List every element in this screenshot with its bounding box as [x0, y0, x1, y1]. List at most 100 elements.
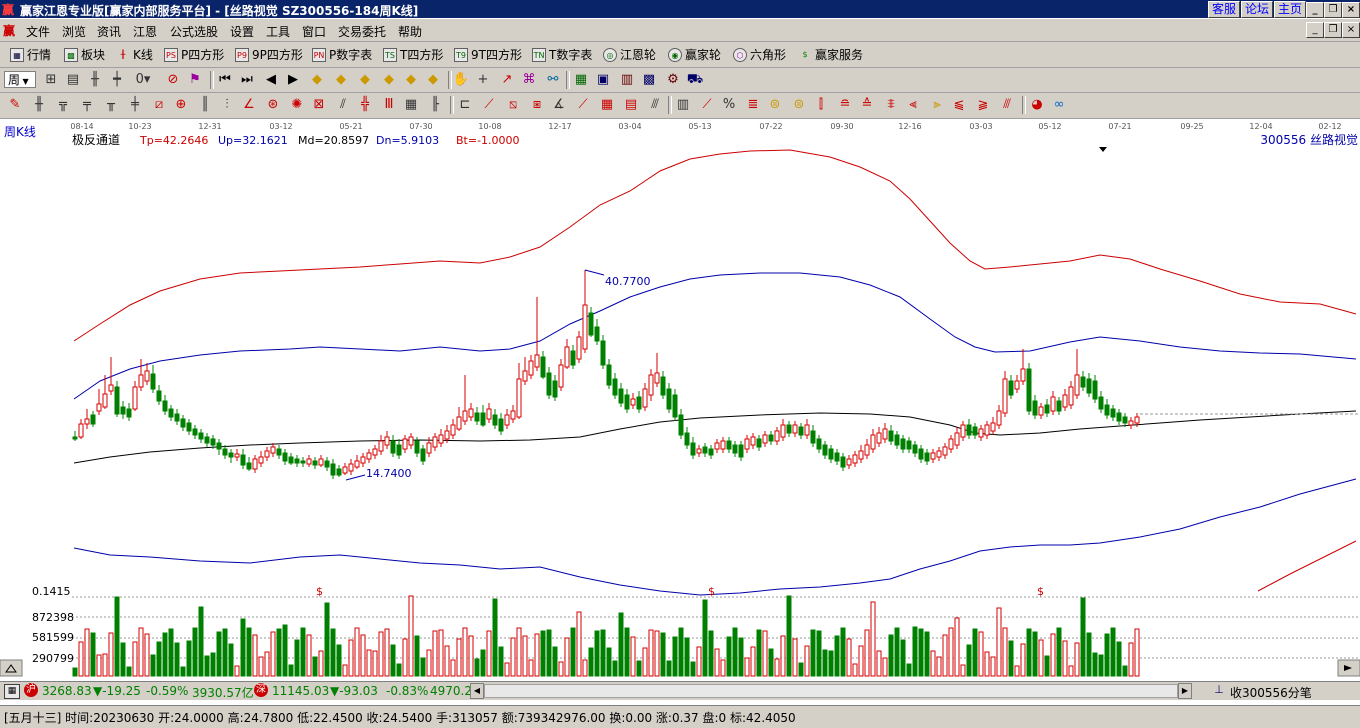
draw-tool-23-icon[interactable]: ∡	[550, 96, 568, 114]
draw-tool-41-icon[interactable]: ⫻	[998, 96, 1016, 114]
link-icon[interactable]: ⚯	[544, 71, 562, 89]
menu-logo-icon[interactable]: 赢	[3, 22, 15, 39]
draw-tool-35-icon[interactable]: ≙	[858, 96, 876, 114]
tool-winner-wheel[interactable]: ◉ 赢家轮	[668, 46, 721, 63]
save-icon[interactable]: ▩	[640, 71, 658, 89]
diamond5-icon[interactable]: ◆	[402, 71, 420, 89]
prev-icon[interactable]: ◀	[262, 71, 280, 89]
tool-quotes[interactable]: ▦ 行情	[10, 46, 51, 63]
minimize-icon[interactable]: _	[1306, 2, 1324, 18]
restore-icon[interactable]: ❐	[1324, 2, 1342, 18]
pattern-icon[interactable]: ⌘	[520, 71, 538, 89]
scroll-up-button[interactable]	[0, 659, 23, 677]
tool-hexagon[interactable]: ⬡ 六角形	[733, 46, 786, 63]
menu-tools[interactable]: 工具	[266, 23, 290, 40]
draw-tool-19-icon[interactable]: ⊏	[456, 96, 474, 114]
percent-icon[interactable]: %	[720, 96, 738, 114]
menu-file[interactable]: 文件	[26, 23, 50, 40]
menu-trade[interactable]: 交易委托	[338, 23, 386, 40]
draw-tool-32-icon[interactable]: ⊜	[790, 96, 808, 114]
menu-news[interactable]: 资讯	[97, 23, 121, 40]
kline-chart[interactable]: 周K线 08-14 10-23 12-31 03-12 05-21 07-30 10-08 1…	[0, 119, 1360, 679]
child-minimize-icon[interactable]: _	[1306, 22, 1324, 38]
tool-9t-square[interactable]: T9 9T四方形	[454, 46, 522, 63]
tool-winner-service[interactable]: $ 赢家服务	[798, 46, 863, 63]
calc-icon[interactable]: ▣	[594, 71, 612, 89]
menu-help[interactable]: 帮助	[398, 23, 422, 40]
draw-tool-5-icon[interactable]: ╪	[126, 96, 144, 114]
diamond4-icon[interactable]: ◆	[380, 71, 398, 89]
period-select[interactable]: 周 ▼	[4, 71, 36, 88]
tool-kline[interactable]: ╫ K线	[116, 46, 153, 63]
draw-tool-11-icon[interactable]: ⊛	[264, 96, 282, 114]
customer-service-button[interactable]: 客服	[1208, 1, 1240, 18]
draw-tool-12-icon[interactable]: ✺	[288, 96, 306, 114]
menu-window[interactable]: 窗口	[302, 23, 326, 40]
grid-icon[interactable]: ▦	[4, 684, 20, 699]
next-icon[interactable]: ▶	[284, 71, 302, 89]
menu-settings[interactable]: 设置	[230, 23, 254, 40]
draw-tool-8-icon[interactable]: ║	[196, 96, 214, 114]
chart-area[interactable]: 周K线 08-14 10-23 12-31 03-12 05-21 07-30 10-08 1…	[0, 119, 1360, 679]
infinity-icon[interactable]: ∞	[1050, 96, 1068, 114]
draw-tool-27-icon[interactable]: ⫻	[646, 96, 664, 114]
draw-tool-30-icon[interactable]: ≣	[744, 96, 762, 114]
draw-tool-29-icon[interactable]: ⟋	[698, 96, 716, 114]
menu-browse[interactable]: 浏览	[62, 23, 86, 40]
truck-icon[interactable]: ⛟	[686, 71, 704, 89]
ticks-icon[interactable]: ⊥	[1212, 683, 1226, 697]
pencil-icon[interactable]: ✎	[6, 96, 24, 114]
cross-icon[interactable]: +	[474, 71, 492, 89]
diamond2-icon[interactable]: ◆	[332, 71, 350, 89]
palette-icon[interactable]: ◕	[1028, 96, 1046, 114]
first-icon[interactable]: ⏮	[216, 71, 234, 89]
flag-icon[interactable]: ⚑	[186, 71, 204, 89]
tool-sectors[interactable]: ▩ 板块	[64, 46, 105, 63]
draw-icon[interactable]: ↗	[498, 71, 516, 89]
book-icon[interactable]: ▥	[618, 71, 636, 89]
draw-tool-16-icon[interactable]: Ⅲ	[380, 96, 398, 114]
draw-tool-7-icon[interactable]: ⊕	[172, 96, 190, 114]
page-icon[interactable]: ▤	[64, 71, 82, 89]
diamond1-icon[interactable]: ◆	[308, 71, 326, 89]
horizontal-scrollbar[interactable]	[484, 684, 1178, 698]
draw-tool-37-icon[interactable]: ⫷	[904, 96, 922, 114]
tool-9p-square[interactable]: P9 9P四方形	[235, 46, 303, 63]
draw-tool-28-icon[interactable]: ▥	[674, 96, 692, 114]
calendar-icon[interactable]: ▦	[572, 71, 590, 89]
draw-tool-4-icon[interactable]: ╥	[102, 96, 120, 114]
diamond6-icon[interactable]: ◆	[424, 71, 442, 89]
draw-tool-17-icon[interactable]: ▦	[402, 96, 420, 114]
draw-tool-3-icon[interactable]: ╤	[78, 96, 96, 114]
draw-tool-24-icon[interactable]: ⟋	[574, 96, 592, 114]
draw-tool-9-icon[interactable]: ⫶	[218, 96, 236, 114]
draw-tool-6-icon[interactable]: ⧄	[150, 96, 168, 114]
draw-tool-10-icon[interactable]: ∠	[240, 96, 258, 114]
draw-tool-21-icon[interactable]: ⧅	[504, 96, 522, 114]
draw-tool-18-icon[interactable]: ╟	[426, 96, 444, 114]
draw-tool-40-icon[interactable]: ⫺	[974, 96, 992, 114]
tick-detail-label[interactable]: 收300556分笔	[1230, 684, 1312, 701]
draw-tool-31-icon[interactable]: ⊜	[766, 96, 784, 114]
draw-tool-2-icon[interactable]: ╦	[54, 96, 72, 114]
bars-icon[interactable]: ╫	[86, 71, 104, 89]
draw-tool-13-icon[interactable]: ⊠	[310, 96, 328, 114]
crosshair-icon[interactable]: ⊞	[42, 71, 60, 89]
diamond3-icon[interactable]: ◆	[356, 71, 374, 89]
hand-icon[interactable]: ✋	[452, 71, 470, 89]
child-close-icon[interactable]: ×	[1342, 22, 1360, 38]
scroll-left-icon[interactable]: ◀	[470, 683, 484, 699]
tool-t-table[interactable]: TN T数字表	[532, 46, 592, 63]
draw-tool-22-icon[interactable]: ⧆	[528, 96, 546, 114]
tool-gann-wheel[interactable]: ◎ 江恩轮	[603, 46, 656, 63]
draw-tool-34-icon[interactable]: ≘	[836, 96, 854, 114]
child-restore-icon[interactable]: ❐	[1324, 22, 1342, 38]
value-select-icon[interactable]: 0▾	[134, 71, 152, 89]
draw-tool-38-icon[interactable]: ⫸	[928, 96, 946, 114]
draw-tool-33-icon[interactable]: ⫿	[812, 96, 830, 114]
draw-tool-1-icon[interactable]: ╫	[30, 96, 48, 114]
draw-tool-20-icon[interactable]: ⟋	[480, 96, 498, 114]
candle-icon[interactable]: ┿	[108, 71, 126, 89]
menu-gann[interactable]: 江恩	[133, 23, 157, 40]
draw-tool-26-icon[interactable]: ▤	[622, 96, 640, 114]
